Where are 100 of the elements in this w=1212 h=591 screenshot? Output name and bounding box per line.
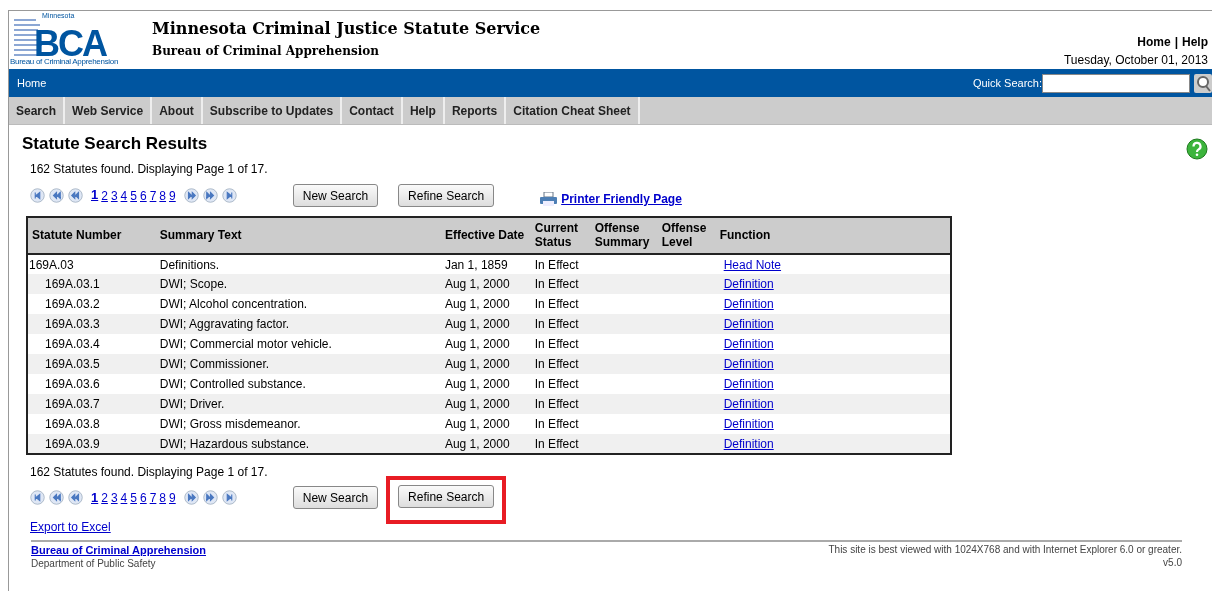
- table-cell: Aug 1, 2000: [440, 294, 531, 314]
- page-link[interactable]: 9: [169, 489, 176, 508]
- page-link[interactable]: 3: [110, 186, 118, 205]
- search-button[interactable]: New Search: [292, 486, 379, 509]
- table-cell: In Effect: [530, 414, 591, 434]
- last-page-icon[interactable]: [221, 490, 237, 505]
- page-link[interactable]: 2: [101, 186, 108, 205]
- page-link[interactable]: 6: [140, 186, 147, 205]
- menu-item[interactable]: Citation Cheat Sheet: [506, 97, 640, 124]
- page-link[interactable]: 3: [110, 489, 118, 508]
- previous-ten-icon[interactable]: [49, 490, 64, 505]
- page-link[interactable]: 5: [130, 186, 137, 205]
- table-cell: 169A.03.5: [27, 354, 152, 374]
- function-link[interactable]: Head Note: [723, 257, 782, 272]
- result-summary: 162 Statutes found. Displaying Page 1 of 17.: [30, 161, 269, 178]
- menu-item[interactable]: Reports: [444, 97, 507, 124]
- menu-item[interactable]: Help: [402, 97, 445, 124]
- last-page-icon[interactable]: [221, 187, 237, 203]
- site-title: Minnesota Criminal Justice Statute Service: [152, 19, 541, 39]
- version-text: v5.0: [1162, 556, 1182, 569]
- next-ten-icon[interactable]: [202, 490, 218, 505]
- table-cell: 169A.03.9: [27, 434, 152, 454]
- next-page-icon[interactable]: [183, 490, 199, 505]
- function-link[interactable]: Definition: [723, 317, 774, 331]
- function-link[interactable]: Definition: [723, 417, 774, 431]
- column-header: Effective Date: [440, 217, 531, 254]
- function-link[interactable]: Definition: [723, 397, 774, 411]
- page-link[interactable]: 8: [159, 186, 167, 205]
- previous-ten-icon[interactable]: [49, 187, 64, 203]
- table-cell: DWI; Gross misdemeanor.: [151, 414, 441, 434]
- function-link[interactable]: Definition: [723, 297, 774, 311]
- page-link[interactable]: 5: [130, 489, 137, 508]
- previous-page-icon[interactable]: [68, 490, 83, 505]
- header-link[interactable]: Help: [1182, 33, 1208, 51]
- page-link[interactable]: 2: [101, 489, 108, 508]
- page-link[interactable]: 4: [120, 489, 128, 508]
- logo-caption: Bureau of Criminal Apprehension: [10, 58, 120, 66]
- page-link[interactable]: 4: [120, 186, 128, 205]
- table-cell: Aug 1, 2000: [440, 414, 531, 434]
- search-button[interactable]: Refine Search: [398, 183, 495, 207]
- next-ten-icon[interactable]: [202, 187, 218, 203]
- quick-search-field[interactable]: [1042, 73, 1190, 93]
- search-button[interactable]: New Search: [292, 183, 379, 207]
- page-link[interactable]: 1: [91, 185, 99, 205]
- table-cell: In Effect: [530, 354, 591, 374]
- table-cell: Aug 1, 2000: [440, 334, 531, 354]
- page-link[interactable]: 8: [159, 489, 167, 508]
- page-link[interactable]: 7: [149, 186, 157, 205]
- table-cell: In Effect: [530, 254, 591, 274]
- browser-notice: This site is best viewed with 1024X768 and with Internet Explorer 6.0 or greater.: [828, 544, 1182, 557]
- column-header: Offense Summary: [590, 217, 658, 254]
- menu-item[interactable]: Web Service: [65, 97, 153, 124]
- function-link[interactable]: Definition: [723, 357, 774, 371]
- table-cell: 169A.03.1: [27, 274, 152, 294]
- export-link[interactable]: Export to Excel: [30, 520, 111, 534]
- table-cell: Definitions.: [151, 254, 441, 274]
- header-link[interactable]: Home: [1137, 33, 1171, 51]
- page-link[interactable]: 7: [149, 489, 157, 508]
- table-cell: In Effect: [530, 314, 591, 334]
- column-header: Summary Text: [151, 217, 441, 254]
- table-cell: DWI; Driver.: [151, 394, 441, 414]
- organization-link[interactable]: Bureau of Criminal Apprehension: [31, 544, 206, 556]
- printer-icon: [540, 192, 558, 206]
- first-page-icon[interactable]: [30, 490, 45, 505]
- table-cell: 169A.03.8: [27, 414, 152, 434]
- function-link[interactable]: Definition: [723, 436, 774, 451]
- table-cell: In Effect: [530, 394, 591, 414]
- function-link[interactable]: Definition: [723, 277, 774, 291]
- menu-item[interactable]: Subscribe to Updates: [202, 97, 343, 124]
- search-button[interactable]: Refine Search: [398, 485, 495, 508]
- first-page-icon[interactable]: [30, 187, 45, 203]
- help-icon[interactable]: [1186, 138, 1208, 160]
- table-cell: DWI; Aggravating factor.: [151, 314, 441, 334]
- table-cell: In Effect: [530, 434, 591, 454]
- function-link[interactable]: Definition: [723, 337, 774, 351]
- table-cell: DWI; Scope.: [151, 274, 441, 294]
- page-link[interactable]: 1: [91, 487, 99, 508]
- table-cell: 169A.03.7: [27, 394, 152, 414]
- function-link[interactable]: Definition: [723, 377, 774, 391]
- printer-friendly-link[interactable]: Printer Friendly Page: [561, 190, 682, 208]
- breadcrumb-link[interactable]: Home: [17, 74, 47, 92]
- table-cell: 169A.03.3: [27, 314, 152, 334]
- site-subtitle: Bureau of Criminal Apprehension: [152, 43, 380, 61]
- table-cell: DWI; Hazardous substance.: [151, 434, 441, 454]
- quick-search-label: Quick Search:: [972, 75, 1042, 91]
- menu-item[interactable]: Contact: [342, 97, 403, 124]
- table-cell: Aug 1, 2000: [440, 314, 531, 334]
- page-link[interactable]: 6: [140, 489, 147, 508]
- department-text: Department of Public Safety: [31, 557, 157, 571]
- table-cell: In Effect: [530, 274, 591, 294]
- result-summary: 162 Statutes found. Displaying Page 1 of 17.: [30, 464, 269, 481]
- table-cell: Jan 1, 1859: [440, 254, 531, 274]
- search-icon[interactable]: [1194, 73, 1212, 93]
- menu-item[interactable]: Search: [9, 97, 66, 124]
- column-header: Function: [715, 217, 951, 254]
- menu-item[interactable]: About: [152, 97, 203, 124]
- table-cell: DWI; Commercial motor vehicle.: [151, 334, 441, 354]
- previous-page-icon[interactable]: [68, 187, 83, 203]
- next-page-icon[interactable]: [183, 187, 199, 203]
- page-link[interactable]: 9: [169, 186, 176, 205]
